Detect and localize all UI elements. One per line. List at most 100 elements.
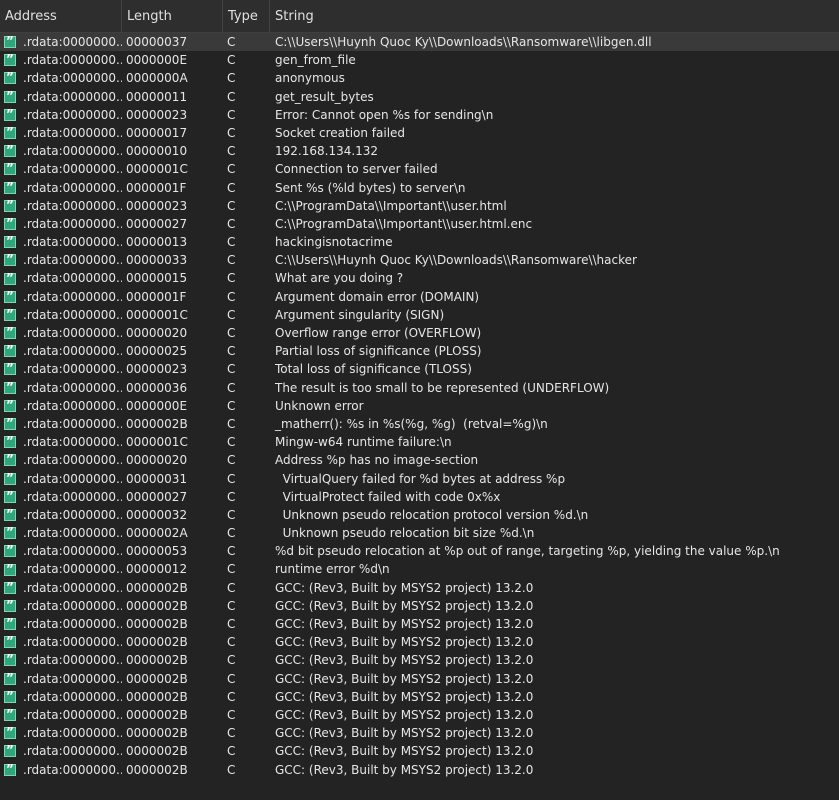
table-row[interactable]: .rdata:0000000...0000001FCSent %s (%ld b… — [0, 179, 839, 197]
type-cell[interactable]: C — [223, 742, 270, 760]
address-cell[interactable]: .rdata:0000000... — [0, 379, 122, 397]
table-row[interactable]: .rdata:0000000...00000011Cget_result_byt… — [0, 88, 839, 106]
type-cell[interactable]: C — [223, 288, 270, 306]
address-cell[interactable]: .rdata:0000000... — [0, 233, 122, 251]
string-cell[interactable]: C:\\Users\\Huynh Quoc Ky\\Downloads\\Ran… — [270, 33, 839, 51]
address-cell[interactable]: .rdata:0000000... — [0, 106, 122, 124]
table-row[interactable]: .rdata:0000000...0000000ECgen_from_file — [0, 51, 839, 69]
string-cell[interactable]: Overflow range error (OVERFLOW) — [270, 324, 839, 342]
address-cell[interactable]: .rdata:0000000... — [0, 488, 122, 506]
address-cell[interactable]: .rdata:0000000... — [0, 51, 122, 69]
length-cell[interactable]: 00000023 — [122, 360, 223, 378]
type-cell[interactable]: C — [223, 324, 270, 342]
length-cell[interactable]: 00000023 — [122, 197, 223, 215]
address-cell[interactable]: .rdata:0000000... — [0, 597, 122, 615]
string-cell[interactable]: GCC: (Rev3, Built by MSYS2 project) 13.2… — [270, 742, 839, 760]
type-cell[interactable]: C — [223, 633, 270, 651]
length-cell[interactable]: 0000002B — [122, 724, 223, 742]
table-row[interactable]: .rdata:0000000...00000023CTotal loss of … — [0, 360, 839, 378]
type-cell[interactable]: C — [223, 688, 270, 706]
address-cell[interactable]: .rdata:0000000... — [0, 688, 122, 706]
table-row[interactable]: .rdata:0000000...00000033CC:\\Users\\Huy… — [0, 251, 839, 269]
type-cell[interactable]: C — [223, 397, 270, 415]
type-cell[interactable]: C — [223, 197, 270, 215]
string-cell[interactable]: C:\\ProgramData\\Important\\user.html.en… — [270, 215, 839, 233]
address-cell[interactable]: .rdata:0000000... — [0, 560, 122, 578]
string-cell[interactable]: Address %p has no image-section — [270, 451, 839, 469]
type-cell[interactable]: C — [223, 542, 270, 560]
type-cell[interactable]: C — [223, 33, 270, 51]
address-cell[interactable]: .rdata:0000000... — [0, 197, 122, 215]
address-cell[interactable]: .rdata:0000000... — [0, 360, 122, 378]
address-cell[interactable]: .rdata:0000000... — [0, 742, 122, 760]
table-row[interactable]: .rdata:0000000...0000002BCGCC: (Rev3, Bu… — [0, 761, 839, 779]
string-cell[interactable]: Total loss of significance (TLOSS) — [270, 360, 839, 378]
string-cell[interactable]: Unknown error — [270, 397, 839, 415]
table-row[interactable]: .rdata:0000000...0000002BCGCC: (Rev3, Bu… — [0, 688, 839, 706]
type-cell[interactable]: C — [223, 706, 270, 724]
length-cell[interactable]: 00000017 — [122, 124, 223, 142]
string-cell[interactable]: %d bit pseudo relocation at %p out of ra… — [270, 542, 839, 560]
table-row[interactable]: .rdata:0000000...00000037CC:\\Users\\Huy… — [0, 33, 839, 52]
string-cell[interactable]: GCC: (Rev3, Built by MSYS2 project) 13.2… — [270, 670, 839, 688]
length-cell[interactable]: 00000020 — [122, 451, 223, 469]
string-cell[interactable]: GCC: (Rev3, Built by MSYS2 project) 13.2… — [270, 633, 839, 651]
type-cell[interactable]: C — [223, 342, 270, 360]
table-row[interactable]: .rdata:0000000...00000012Cruntime error … — [0, 560, 839, 578]
table-row[interactable]: .rdata:0000000...00000027C VirtualProtec… — [0, 488, 839, 506]
table-row[interactable]: .rdata:0000000...0000002BCGCC: (Rev3, Bu… — [0, 706, 839, 724]
type-cell[interactable]: C — [223, 560, 270, 578]
string-cell[interactable]: C:\\Users\\Huynh Quoc Ky\\Downloads\\Ran… — [270, 251, 839, 269]
type-cell[interactable]: C — [223, 379, 270, 397]
type-cell[interactable]: C — [223, 451, 270, 469]
string-cell[interactable]: anonymous — [270, 69, 839, 87]
table-row[interactable]: .rdata:0000000...0000002AC Unknown pseud… — [0, 524, 839, 542]
type-cell[interactable]: C — [223, 433, 270, 451]
type-cell[interactable]: C — [223, 142, 270, 160]
table-row[interactable]: .rdata:0000000...0000002BCGCC: (Rev3, Bu… — [0, 597, 839, 615]
length-cell[interactable]: 00000023 — [122, 106, 223, 124]
type-cell[interactable]: C — [223, 306, 270, 324]
string-cell[interactable]: get_result_bytes — [270, 88, 839, 106]
type-cell[interactable]: C — [223, 488, 270, 506]
table-row[interactable]: .rdata:0000000...00000015CWhat are you d… — [0, 269, 839, 287]
length-cell[interactable]: 0000002B — [122, 633, 223, 651]
length-cell[interactable]: 0000000E — [122, 397, 223, 415]
length-cell[interactable]: 00000027 — [122, 488, 223, 506]
length-cell[interactable]: 0000000A — [122, 69, 223, 87]
length-cell[interactable]: 00000010 — [122, 142, 223, 160]
type-cell[interactable]: C — [223, 670, 270, 688]
length-cell[interactable]: 0000001C — [122, 306, 223, 324]
length-cell[interactable]: 0000002B — [122, 597, 223, 615]
type-cell[interactable]: C — [223, 761, 270, 779]
length-cell[interactable]: 0000002B — [122, 742, 223, 760]
length-cell[interactable]: 0000001F — [122, 179, 223, 197]
length-cell[interactable]: 00000037 — [122, 33, 223, 51]
type-cell[interactable]: C — [223, 651, 270, 669]
length-cell[interactable]: 0000002B — [122, 688, 223, 706]
length-cell[interactable]: 0000002B — [122, 415, 223, 433]
string-cell[interactable]: GCC: (Rev3, Built by MSYS2 project) 13.2… — [270, 615, 839, 633]
type-cell[interactable]: C — [223, 251, 270, 269]
length-cell[interactable]: 00000032 — [122, 506, 223, 524]
string-cell[interactable]: _matherr(): %s in %s(%g, %g) (retval=%g)… — [270, 415, 839, 433]
table-row[interactable]: .rdata:0000000...0000002BCGCC: (Rev3, Bu… — [0, 615, 839, 633]
length-cell[interactable]: 0000001C — [122, 433, 223, 451]
string-cell[interactable]: The result is too small to be represente… — [270, 379, 839, 397]
address-cell[interactable]: .rdata:0000000... — [0, 160, 122, 178]
column-header-address[interactable]: Address — [0, 0, 122, 32]
address-cell[interactable]: .rdata:0000000... — [0, 251, 122, 269]
string-cell[interactable]: Sent %s (%ld bytes) to server\n — [270, 179, 839, 197]
address-cell[interactable]: .rdata:0000000... — [0, 706, 122, 724]
length-cell[interactable]: 00000027 — [122, 215, 223, 233]
string-cell[interactable]: GCC: (Rev3, Built by MSYS2 project) 13.2… — [270, 597, 839, 615]
table-row[interactable]: .rdata:0000000...0000001FCArgument domai… — [0, 288, 839, 306]
string-cell[interactable]: GCC: (Rev3, Built by MSYS2 project) 13.2… — [270, 651, 839, 669]
length-cell[interactable]: 0000002B — [122, 651, 223, 669]
address-cell[interactable]: .rdata:0000000... — [0, 324, 122, 342]
table-row[interactable]: .rdata:0000000...00000023CError: Cannot … — [0, 106, 839, 124]
column-header-length[interactable]: Length — [122, 0, 223, 32]
length-cell[interactable]: 0000002B — [122, 579, 223, 597]
string-cell[interactable]: GCC: (Rev3, Built by MSYS2 project) 13.2… — [270, 579, 839, 597]
string-cell[interactable]: Argument domain error (DOMAIN) — [270, 288, 839, 306]
